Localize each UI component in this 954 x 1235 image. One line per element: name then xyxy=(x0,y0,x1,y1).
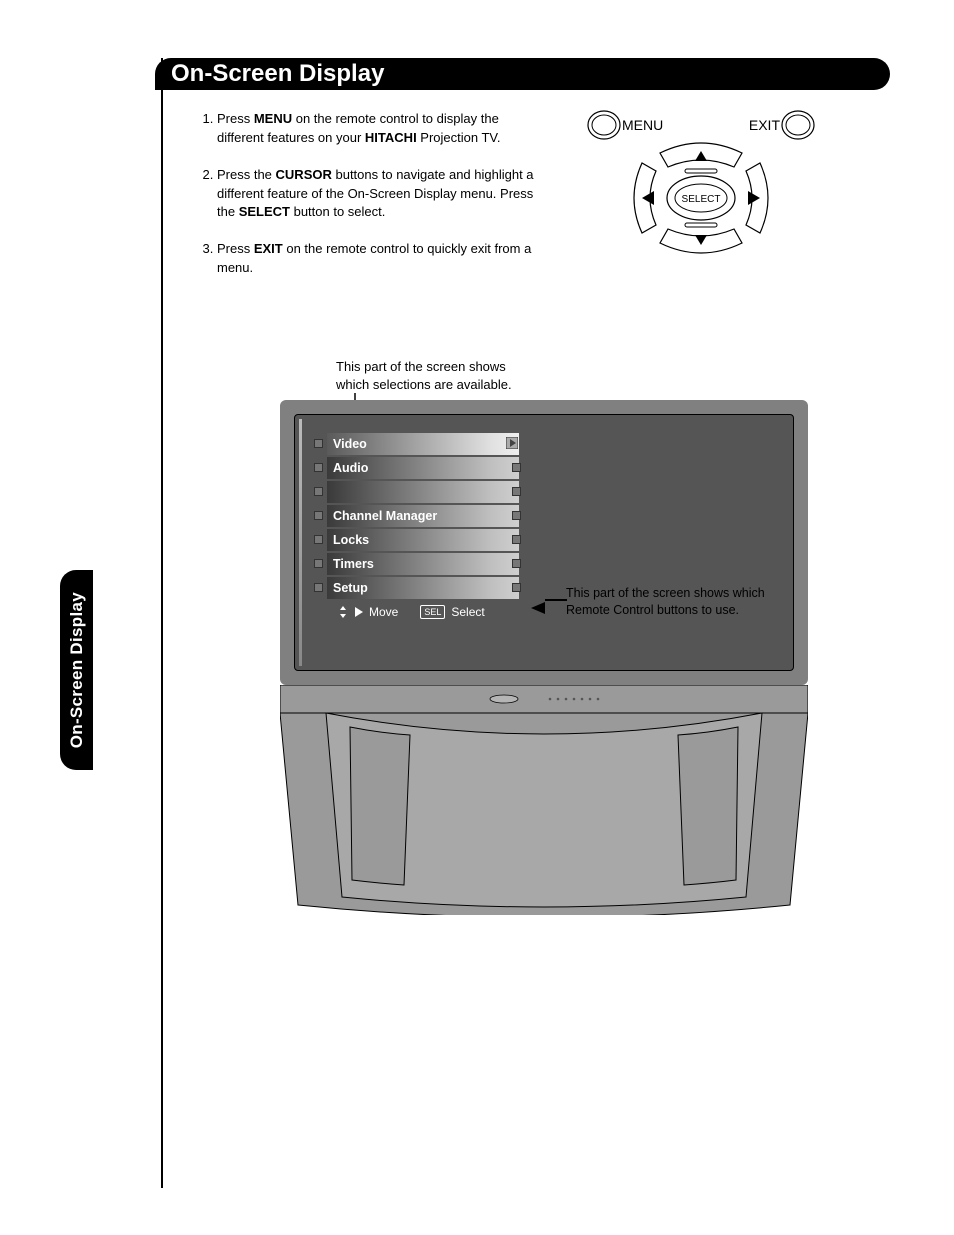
osd-item-label: Video xyxy=(333,437,367,451)
menu-marker-icon xyxy=(512,559,521,568)
menu-marker-icon xyxy=(512,511,521,520)
text: Projection TV. xyxy=(417,130,501,145)
cursor-key-name: CURSOR xyxy=(276,167,332,182)
text: Press the xyxy=(217,167,276,182)
callout-text: Remote Control buttons to use. xyxy=(566,603,739,617)
osd-hint-bar: Move SEL Select xyxy=(327,601,519,623)
hint-move-label: Move xyxy=(369,605,398,619)
menu-marker-icon xyxy=(512,535,521,544)
sel-key-icon: SEL xyxy=(420,605,445,619)
brand-name: HITACHI xyxy=(365,130,417,145)
tv-speaker-left xyxy=(350,727,410,885)
osd-item-label: Audio xyxy=(333,461,368,475)
tv-speaker-right xyxy=(678,727,738,885)
callout-text: This part of the screen shows xyxy=(336,359,506,374)
menu-button-label: MENU xyxy=(622,117,663,133)
menu-marker-icon xyxy=(314,439,323,448)
move-right-icon xyxy=(355,607,363,617)
osd-item-label: Channel Manager xyxy=(333,509,437,523)
menu-marker-icon xyxy=(512,487,521,496)
instruction-list: Press MENU on the remote control to disp… xyxy=(195,110,540,296)
menu-marker-icon xyxy=(512,583,521,592)
callout-arrow-icon xyxy=(531,598,547,619)
menu-marker-icon xyxy=(314,511,323,520)
tv-illustration: Video Audio Channel xyxy=(280,400,808,915)
text: button to select. xyxy=(290,204,385,219)
hint-select-label: Select xyxy=(451,605,484,619)
instruction-item: Press the CURSOR buttons to navigate and… xyxy=(217,166,540,223)
callout-text: This part of the screen shows which xyxy=(566,586,765,600)
page-title: On-Screen Display xyxy=(155,58,890,90)
osd-menu-item-setup: Setup xyxy=(327,577,519,599)
tv-base xyxy=(280,685,808,915)
osd-menu-item-video: Video xyxy=(327,433,519,455)
callout-text: which selections are available. xyxy=(336,377,512,392)
menu-marker-icon xyxy=(314,487,323,496)
side-tab: On-Screen Display xyxy=(60,570,93,770)
osd-item-label: Timers xyxy=(333,557,374,571)
text: Press xyxy=(217,111,254,126)
remote-control-diagram: MENU EXIT SELECT xyxy=(582,103,820,255)
exit-button-inner-icon xyxy=(786,115,810,135)
tv-button-icon xyxy=(490,695,518,703)
tv-bezel: Video Audio Channel xyxy=(280,400,808,685)
menu-button-inner-icon xyxy=(592,115,616,135)
menu-marker-icon xyxy=(314,559,323,568)
text: Press xyxy=(217,241,254,256)
menu-marker-icon xyxy=(512,463,521,472)
side-tab-label: On-Screen Display xyxy=(67,592,87,748)
callout-available-selections: This part of the screen shows which sele… xyxy=(336,358,556,393)
content-separator-line xyxy=(161,58,163,1188)
osd-menu-item-locks: Locks xyxy=(327,529,519,551)
select-key-name: SELECT xyxy=(239,204,290,219)
menu-marker-icon xyxy=(314,535,323,544)
callout-leader-line xyxy=(545,599,567,601)
move-arrows-icon xyxy=(337,606,349,618)
instruction-item: Press EXIT on the remote control to quic… xyxy=(217,240,540,278)
osd-menu-item-timers: Timers xyxy=(327,553,519,575)
callout-remote-buttons: This part of the screen shows which Remo… xyxy=(566,585,784,619)
submenu-arrow-icon xyxy=(506,437,518,449)
menu-marker-icon xyxy=(314,463,323,472)
osd-menu-item-blank xyxy=(327,481,519,503)
menu-key-name: MENU xyxy=(254,111,292,126)
exit-key-name: EXIT xyxy=(254,241,283,256)
osd-item-label: Setup xyxy=(333,581,368,595)
osd-menu-item-channel-manager: Channel Manager xyxy=(327,505,519,527)
osd-menu-item-audio: Audio xyxy=(327,457,519,479)
tv-screen: Video Audio Channel xyxy=(294,414,794,671)
select-button-label: SELECT xyxy=(682,194,721,205)
exit-button-label: EXIT xyxy=(749,117,781,133)
menu-marker-icon xyxy=(314,583,323,592)
osd-menu: Video Audio Channel xyxy=(327,433,519,623)
osd-item-label: Locks xyxy=(333,533,369,547)
instruction-item: Press MENU on the remote control to disp… xyxy=(217,110,540,148)
